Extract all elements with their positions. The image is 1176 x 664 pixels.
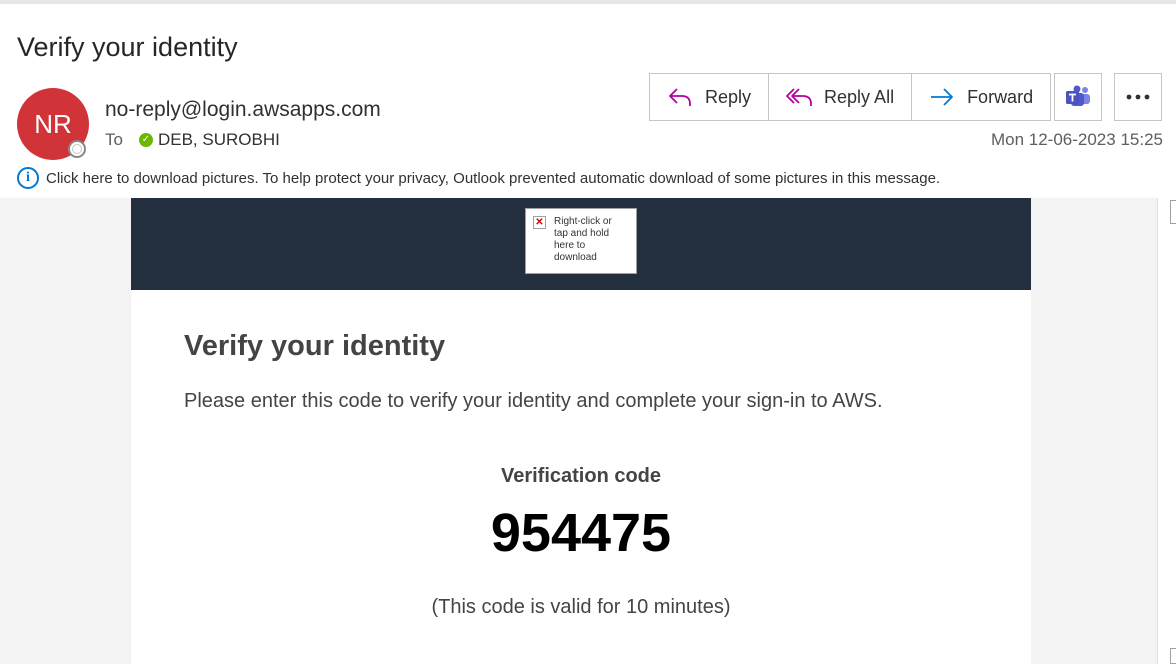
email-subject: Verify your identity <box>17 32 238 62</box>
reply-button[interactable]: Reply <box>650 74 770 120</box>
blocked-image-placeholder[interactable]: ✕ Right-click or tap and hold here to do… <box>525 208 637 274</box>
message-actions: Reply Reply All Forward <box>649 73 1052 121</box>
teams-button[interactable] <box>1054 73 1102 121</box>
reply-all-label: Reply All <box>824 86 895 107</box>
image-placeholder-text: Right-click or tap and hold here to down… <box>554 216 612 263</box>
sent-date: Mon 12-06-2023 15:25 <box>990 130 1163 149</box>
verification-code: 954475 <box>490 503 672 563</box>
more-options-button[interactable] <box>1114 73 1162 121</box>
reply-all-button[interactable]: Reply All <box>769 74 913 120</box>
sender-address[interactable]: no-reply@login.awsapps.com <box>105 98 381 122</box>
top-divider <box>0 0 1176 4</box>
reply-icon <box>669 88 691 106</box>
recipient-name[interactable]: DEB, SUROBHI <box>158 130 280 150</box>
info-bar-text: Click here to download pictures. To help… <box>46 169 941 187</box>
verification-code-label: Verification code <box>500 465 662 487</box>
avatar-initials: NR <box>34 108 72 139</box>
reply-label: Reply <box>705 86 752 107</box>
body-title: Verify your identity <box>184 330 446 362</box>
reply-all-icon <box>786 88 812 106</box>
info-icon: i <box>17 167 39 189</box>
code-validity-note: (This code is valid for 10 minutes) <box>431 596 731 618</box>
download-pictures-bar[interactable]: i Click here to download pictures. To he… <box>17 167 940 189</box>
available-status-icon: ✓ <box>138 133 153 147</box>
presence-status-icon <box>68 140 86 158</box>
forward-icon <box>931 88 953 106</box>
forward-label: Forward <box>967 86 1034 107</box>
broken-image-icon: ✕ <box>533 216 546 229</box>
scroll-up-arrow[interactable] <box>1170 200 1176 224</box>
to-label: To <box>105 130 123 149</box>
vertical-scrollbar[interactable] <box>1157 198 1176 664</box>
scroll-down-arrow[interactable] <box>1170 648 1176 664</box>
recipient-row: To ✓ DEB, SUROBHI <box>105 130 280 150</box>
teams-icon <box>1066 85 1090 106</box>
body-description: Please enter this code to verify your id… <box>184 390 883 412</box>
forward-button[interactable]: Forward <box>912 74 1051 120</box>
more-options-icon <box>1126 94 1150 100</box>
